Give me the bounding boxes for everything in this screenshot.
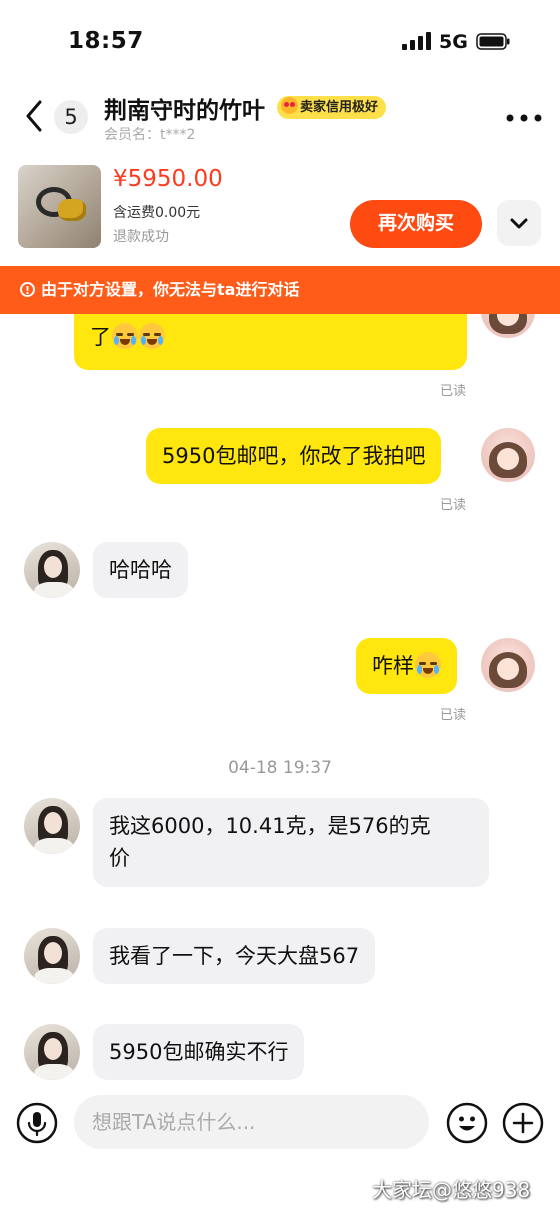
battery-icon — [476, 33, 510, 50]
message-input[interactable] — [74, 1095, 429, 1149]
seller-avatar[interactable] — [24, 798, 80, 854]
product-price: ¥5950.00 — [113, 166, 223, 192]
product-card[interactable]: ¥5950.00 含运费0.00元 退款成功 再次购买 — [0, 156, 560, 266]
seller-message-bubble[interactable]: 5950包邮确实不行 — [93, 1024, 305, 1080]
seller-message-bubble[interactable]: 我看了一下，今天大盘567 — [93, 928, 376, 984]
my-avatar[interactable] — [481, 428, 535, 482]
rebuy-button[interactable]: 再次购买 — [350, 200, 482, 248]
chevron-left-icon[interactable] — [20, 98, 48, 134]
seller-message-bubble[interactable]: 我这6000，10.41克，是576的克 价 — [93, 798, 489, 887]
product-thumbnail[interactable] — [18, 165, 101, 248]
my-avatar[interactable] — [481, 638, 535, 692]
microphone-icon[interactable] — [16, 1102, 58, 1144]
chat-restriction-notice: 由于对方设置，你无法与ta进行对话 — [0, 266, 560, 315]
message-text-line: 价 — [109, 846, 130, 870]
seller-credit-badge[interactable]: 卖家信用极好 — [277, 96, 387, 119]
seller-message-bubble[interactable]: 哈哈哈 — [93, 542, 188, 598]
status-bar: 18:57 5G — [0, 0, 560, 84]
message-text: 5950包邮吧，你改了我拍吧 — [162, 444, 426, 468]
order-status: 退款成功 — [113, 229, 169, 245]
crying-laughing-emoji-icon — [415, 652, 441, 678]
chat-messages[interactable]: 那人问你你没要我另外买了2个吊坠 了 已读 5950包邮吧，你改了我拍吧 已读 … — [0, 266, 560, 1086]
watermark: 大家坛@悠悠938 — [372, 1178, 531, 1202]
crying-laughing-emoji-icon — [112, 323, 138, 349]
read-receipt: 已读 — [440, 498, 467, 513]
member-name: 会员名：t***2 — [104, 127, 196, 143]
heart-eyes-icon — [281, 97, 298, 114]
seller-avatar[interactable] — [24, 928, 80, 984]
seller-name[interactable]: 荆南守时的竹叶 — [104, 91, 265, 125]
message-text-part: 了 — [90, 325, 111, 349]
status-time: 18:57 — [68, 28, 144, 54]
thumbnail-pendant — [58, 199, 86, 221]
my-message-bubble[interactable]: 5950包邮吧，你改了我拍吧 — [146, 428, 442, 484]
notice-text: 由于对方设置，你无法与ta进行对话 — [41, 280, 300, 299]
smiley-icon[interactable] — [446, 1102, 488, 1144]
message-text: 哈哈哈 — [109, 558, 172, 582]
date-separator: 04-18 19:37 — [228, 758, 332, 778]
read-receipt: 已读 — [440, 384, 467, 399]
credit-badge-label: 卖家信用极好 — [300, 100, 379, 115]
seller-avatar[interactable] — [24, 542, 80, 598]
chat-header: 5 荆南守时的竹叶 卖家信用极好 会员名：t***2 — [0, 84, 560, 156]
shipping-info: 含运费0.00元 — [113, 205, 201, 221]
read-receipt: 已读 — [440, 708, 467, 723]
my-message-bubble[interactable]: 咋样 — [356, 638, 457, 694]
signal-icon — [402, 32, 431, 50]
plus-icon[interactable] — [502, 1102, 544, 1144]
chevron-down-icon[interactable] — [497, 200, 541, 246]
warning-icon — [20, 267, 35, 315]
seller-avatar[interactable] — [24, 1024, 80, 1080]
crying-laughing-emoji-icon — [139, 323, 165, 349]
message-text: 我看了一下，今天大盘567 — [109, 944, 360, 968]
message-text-line: 我这6000，10.41克，是576的克 — [109, 814, 431, 838]
unread-count-badge[interactable]: 5 — [54, 100, 88, 134]
network-type: 5G — [439, 31, 468, 53]
message-input-bar — [0, 1086, 560, 1158]
message-text: 咋样 — [372, 654, 414, 678]
more-dots-icon[interactable] — [505, 113, 543, 123]
message-text: 5950包邮确实不行 — [109, 1040, 289, 1064]
message-text: 了 — [90, 320, 451, 354]
